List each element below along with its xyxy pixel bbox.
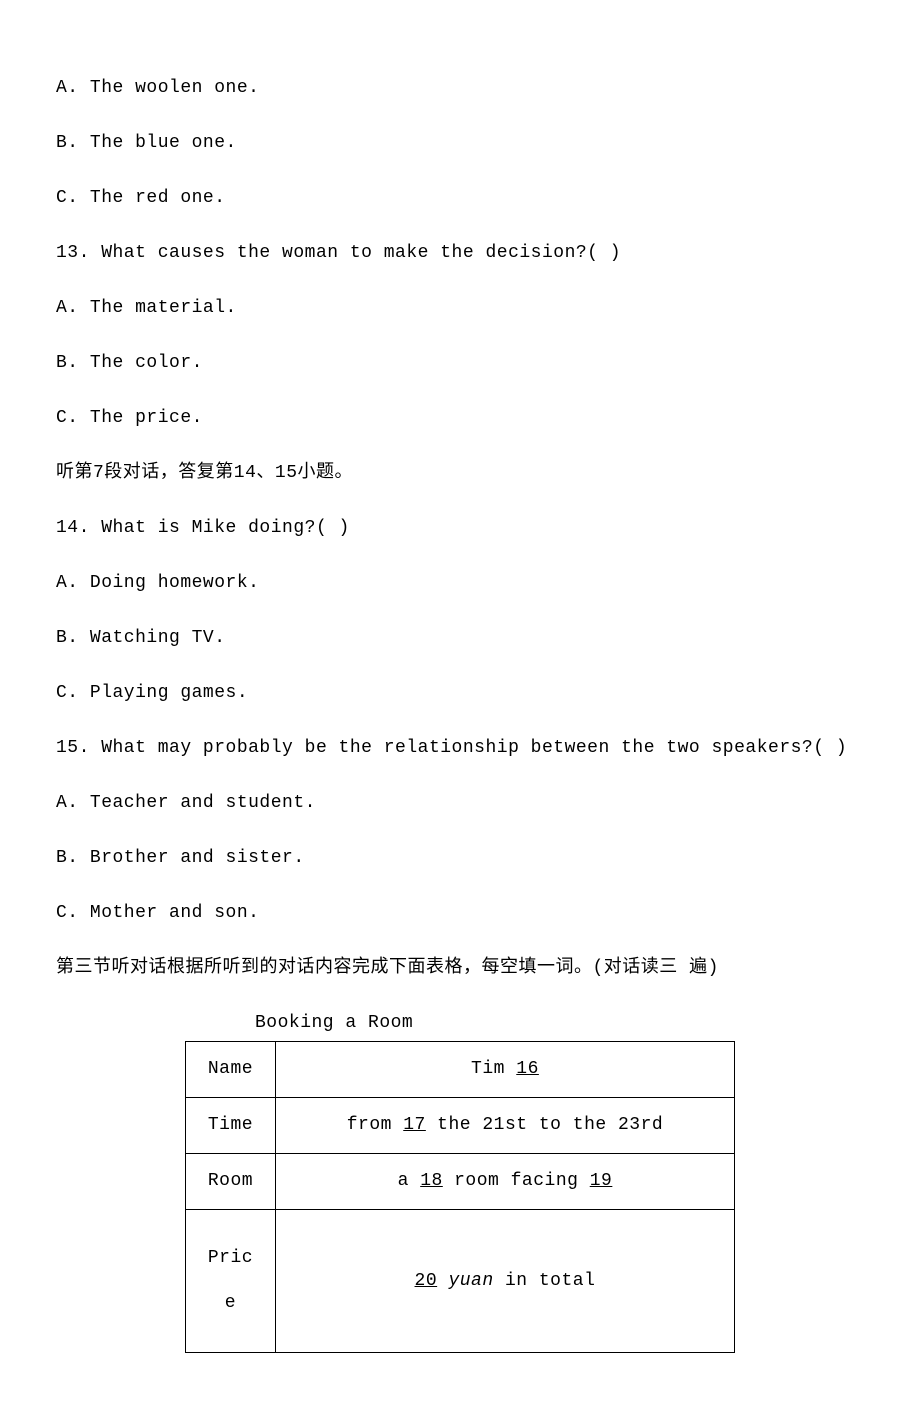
q13-option-a: A. The material. (56, 295, 864, 322)
blank-17[interactable]: 17 (403, 1115, 426, 1135)
table-row-time: Time from 17 the 21st to the 23rd (186, 1098, 735, 1154)
option-a-top: A. The woolen one. (56, 75, 864, 102)
booking-table-container: Booking a Room Name Tim 16 Time from 17 … (56, 1010, 864, 1353)
q15-option-c: C. Mother and son. (56, 900, 864, 927)
q14-option-c: C. Playing games. (56, 680, 864, 707)
q14-option-b: B. Watching TV. (56, 625, 864, 652)
price-yuan: yuan (437, 1271, 494, 1291)
blank-20[interactable]: 20 (415, 1271, 438, 1291)
time-prefix: from (347, 1115, 404, 1135)
name-value: Tim 16 (275, 1042, 734, 1098)
question-13: 13. What causes the woman to make the de… (56, 240, 864, 267)
price-value: 20 yuan in total (275, 1210, 734, 1353)
time-value: from 17 the 21st to the 23rd (275, 1098, 734, 1154)
room-middle: room facing (443, 1171, 590, 1191)
price-label-line2: e (225, 1293, 236, 1313)
name-prefix: Tim (471, 1059, 516, 1079)
question-15: 15. What may probably be the relationshi… (56, 735, 864, 762)
option-c-top: C. The red one. (56, 185, 864, 212)
room-value: a 18 room facing 19 (275, 1154, 734, 1210)
room-prefix: a (398, 1171, 421, 1191)
table-row-price: Pric e 20 yuan in total (186, 1210, 735, 1353)
name-label: Name (186, 1042, 276, 1098)
question-14: 14. What is Mike doing?( ) (56, 515, 864, 542)
section-3-heading: 第三节听对话根据所听到的对话内容完成下面表格，每空填一词。(对话读三 遍) (56, 955, 864, 982)
q13-option-c: C. The price. (56, 405, 864, 432)
time-suffix: the 21st to the 23rd (426, 1115, 663, 1135)
booking-table: Name Tim 16 Time from 17 the 21st to the… (185, 1041, 735, 1353)
q13-option-b: B. The color. (56, 350, 864, 377)
price-label-line1: Pric (208, 1248, 253, 1268)
price-suffix: in total (494, 1271, 596, 1291)
table-row-room: Room a 18 room facing 19 (186, 1154, 735, 1210)
price-label: Pric e (186, 1210, 276, 1353)
time-label: Time (186, 1098, 276, 1154)
option-b-top: B. The blue one. (56, 130, 864, 157)
q14-option-a: A. Doing homework. (56, 570, 864, 597)
table-title: Booking a Room (185, 1010, 735, 1037)
q15-option-b: B. Brother and sister. (56, 845, 864, 872)
room-label: Room (186, 1154, 276, 1210)
blank-19[interactable]: 19 (590, 1171, 613, 1191)
q15-option-a: A. Teacher and student. (56, 790, 864, 817)
table-row-name: Name Tim 16 (186, 1042, 735, 1098)
blank-18[interactable]: 18 (420, 1171, 443, 1191)
blank-16[interactable]: 16 (516, 1059, 539, 1079)
section-note-7: 听第7段对话，答复第14、15小题。 (56, 460, 864, 487)
